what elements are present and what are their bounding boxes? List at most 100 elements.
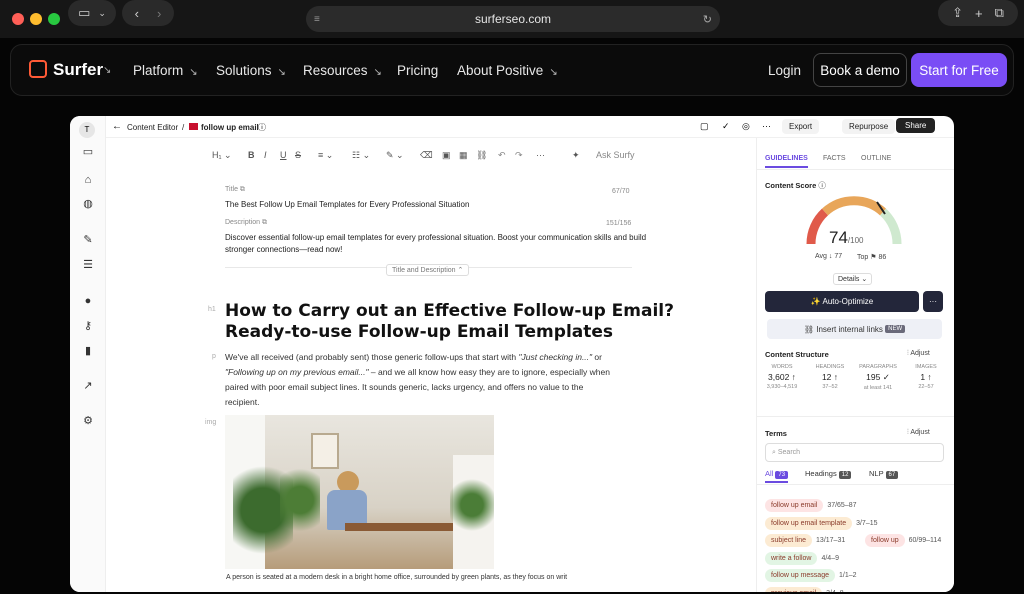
divider	[757, 484, 954, 485]
tab-facts[interactable]: FACTS	[823, 155, 846, 162]
stat-range: 37–52	[822, 384, 838, 390]
export-button[interactable]: Export	[782, 119, 820, 134]
bulb-icon[interactable]: ●	[80, 293, 96, 309]
auto-optimize-button[interactable]: ✨ Auto-Optimize	[765, 291, 919, 312]
book-demo-button[interactable]: Book a demo	[813, 53, 907, 87]
chevron-down-icon: ⌄	[98, 7, 106, 18]
underline-icon[interactable]: U	[280, 150, 287, 160]
back-icon[interactable]: ‹	[135, 6, 139, 21]
clear-format-icon[interactable]: ⌫	[420, 150, 433, 161]
logo-text[interactable]: Surfer	[53, 60, 103, 80]
arrow-icon: ↘	[277, 67, 286, 78]
address-bar[interactable]: ≡ surferseo.com ↻	[306, 6, 720, 32]
doc-name[interactable]: follow up email	[201, 123, 259, 132]
stat-value: 3,602 ↑	[768, 372, 796, 382]
highlight-icon[interactable]: ✎ ⌄	[386, 150, 404, 161]
tab-guidelines[interactable]: GUIDELINES	[765, 155, 808, 168]
strike-icon[interactable]: S	[295, 150, 301, 160]
term-item[interactable]: follow up message 1/1–2	[765, 564, 865, 582]
minimize-window-icon[interactable]	[30, 13, 42, 25]
terms-search-input[interactable]: ⌕ Search	[765, 443, 944, 462]
list-format-icon[interactable]: ☷ ⌄	[352, 150, 370, 161]
reload-icon[interactable]: ↻	[703, 13, 712, 26]
image-caption[interactable]: A person is seated at a modern desk in a…	[226, 574, 567, 581]
image-icon[interactable]: ▣	[442, 150, 451, 161]
italic-icon[interactable]: I	[264, 150, 267, 160]
link-icon[interactable]: ⛓	[476, 150, 487, 161]
meta-title-field[interactable]: The Best Follow Up Email Templates for E…	[225, 200, 469, 209]
redo-icon[interactable]: ↷	[515, 150, 523, 161]
heading-dropdown[interactable]: H₁ ⌄	[212, 150, 232, 161]
forward-icon[interactable]: ›	[157, 6, 161, 21]
article-heading[interactable]: How to Carry out an Effective Follow-up …	[225, 301, 674, 343]
stat-value: 12 ↑	[821, 372, 839, 382]
close-window-icon[interactable]	[12, 13, 24, 25]
nav-about[interactable]: About Positive ↘	[457, 63, 558, 78]
copy-icon: ⧉	[261, 219, 267, 226]
term-item[interactable]: follow up email template 3/7–15	[765, 512, 886, 530]
structure-adjust[interactable]: ⫶ Adjust	[907, 350, 930, 358]
terms-adjust[interactable]: ⫶ Adjust	[907, 429, 930, 437]
term-chip: follow up	[865, 534, 905, 547]
share-button[interactable]: Share	[896, 118, 936, 133]
tab-outline[interactable]: OUTLINE	[861, 155, 891, 162]
details-toggle[interactable]: Details ⌄	[833, 273, 873, 285]
align-icon[interactable]: ≡ ⌄	[318, 150, 333, 161]
nav-platform[interactable]: Platform ↘	[133, 63, 198, 78]
term-item[interactable]: follow up 60/99–114	[865, 529, 949, 547]
tabs-overview-icon[interactable]: ⧉	[995, 5, 1004, 21]
avatar[interactable]: T	[79, 122, 95, 138]
login-link[interactable]: Login	[768, 63, 801, 78]
ask-surfy-button[interactable]: Ask Surfy	[596, 150, 635, 160]
editor-icon[interactable]: ✎	[80, 232, 96, 248]
start-free-button[interactable]: Start for Free	[911, 53, 1007, 87]
sidebar-toggle-button[interactable]: ▭ ⌄	[68, 0, 116, 26]
home-icon[interactable]: ⌂	[80, 172, 96, 188]
more-format-icon[interactable]: ···	[536, 150, 545, 160]
page-settings-icon[interactable]: ≡	[314, 14, 320, 25]
settings-icon[interactable]: ⚙	[80, 413, 96, 429]
nav-resources[interactable]: Resources ↘	[303, 63, 382, 78]
bold-icon[interactable]: B	[248, 150, 255, 160]
filter-nlp[interactable]: NLP 67	[869, 469, 899, 479]
stat-headings: HEADINGS 12 ↑ 37–52	[807, 364, 853, 390]
title-description-toggle[interactable]: Title and Description ⌃	[386, 264, 470, 276]
article-image[interactable]	[225, 415, 494, 569]
new-tab-icon[interactable]: +	[975, 6, 983, 21]
table-icon[interactable]: ▦	[459, 150, 468, 161]
target-icon[interactable]: ◎	[742, 121, 750, 132]
globe-icon[interactable]: ◍	[80, 196, 96, 212]
sparkle-icon[interactable]: ✦	[572, 150, 580, 161]
nav-pricing[interactable]: Pricing	[397, 63, 438, 78]
filter-all[interactable]: All 73	[765, 469, 789, 483]
title-label: Title ⧉	[225, 186, 245, 193]
more-options-icon[interactable]: ···	[923, 291, 943, 312]
check-icon[interactable]: ✓	[722, 121, 730, 132]
trend-icon[interactable]: ↗	[80, 378, 96, 394]
term-item[interactable]: previous email3/4–8	[765, 582, 852, 592]
back-arrow-icon[interactable]: ←	[112, 121, 122, 132]
filter-label: All	[765, 469, 776, 478]
term-item[interactable]: follow up email 37/65–87	[765, 494, 865, 512]
list-icon[interactable]: ☰	[80, 257, 96, 273]
meta-description-field[interactable]: Discover essential follow-up email templ…	[225, 232, 646, 256]
key-icon[interactable]: ⚷	[80, 318, 96, 334]
info-icon[interactable]: ⓘ	[258, 122, 266, 133]
maximize-window-icon[interactable]	[48, 13, 60, 25]
term-count: 37/65–87	[827, 502, 857, 509]
inbox-icon[interactable]: ▭	[80, 144, 96, 160]
chart-icon[interactable]: ▮	[80, 343, 96, 359]
article-paragraph[interactable]: We've all received (and probably sent) t…	[225, 350, 610, 410]
term-item[interactable]: write a follow 4/4–9	[765, 547, 847, 565]
undo-icon[interactable]: ↶	[498, 150, 506, 161]
more-icon[interactable]: ···	[762, 121, 771, 131]
term-item[interactable]: subject line 13/17–31	[765, 529, 853, 547]
share-icon[interactable]: ⇪	[952, 5, 963, 21]
filter-headings[interactable]: Headings 12	[805, 469, 852, 479]
nav-solutions[interactable]: Solutions ↘	[216, 63, 286, 78]
plant-shape	[280, 460, 320, 540]
insert-links-button[interactable]: ⛓ Insert internal links NEW	[767, 319, 942, 339]
comment-icon[interactable]: ▢	[700, 121, 709, 132]
repurpose-button[interactable]: Repurpose	[842, 119, 896, 134]
breadcrumb-root[interactable]: Content Editor	[127, 123, 178, 132]
